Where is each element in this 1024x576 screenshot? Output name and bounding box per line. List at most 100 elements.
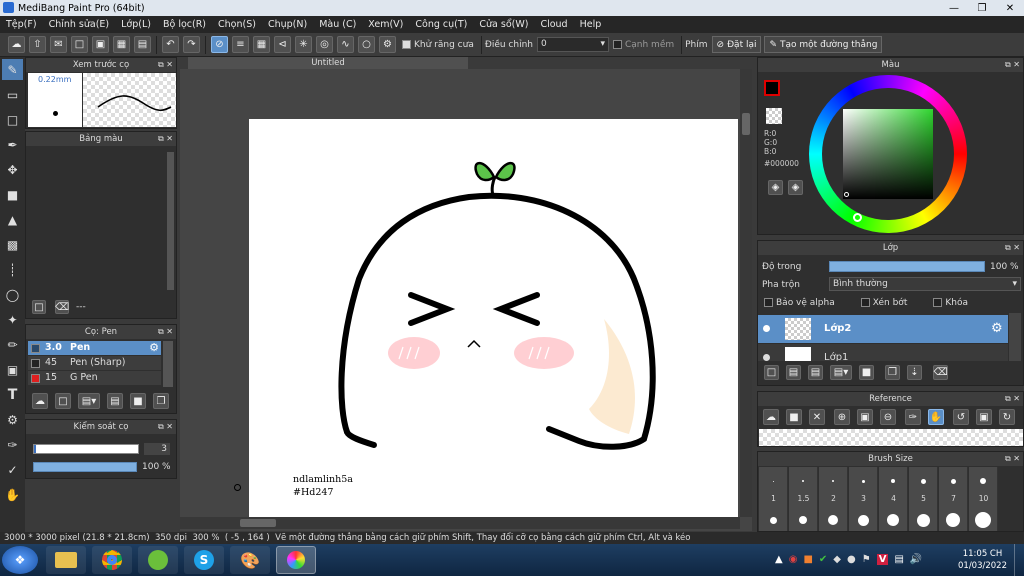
flag-icon[interactable]: ⚑: [862, 554, 871, 565]
lock-option[interactable]: Khóa: [933, 298, 968, 308]
merge-layer-icon[interactable]: ⇣: [907, 365, 922, 380]
skype-taskbar-button[interactable]: S: [184, 546, 224, 574]
protect-alpha-option[interactable]: Bảo vệ alpha: [764, 298, 835, 308]
brush-size-cell[interactable]: 7: [939, 467, 968, 531]
menu-snap[interactable]: Chụp(N): [262, 19, 313, 30]
antivirus-icon[interactable]: ■: [803, 554, 812, 565]
show-desktop-button[interactable]: [1014, 544, 1024, 576]
layer-row[interactable]: Lớp2 ⚙: [758, 315, 1008, 343]
menu-color[interactable]: Màu (C): [313, 19, 362, 30]
panel-close-icon[interactable]: ⧉ ✕: [1005, 241, 1020, 255]
menu-edit[interactable]: Chỉnh sửa(E): [43, 19, 116, 30]
eyedropper-icon[interactable]: ✑: [2, 434, 23, 455]
brush-list-scrollbar[interactable]: [163, 341, 173, 387]
brush-size-cell[interactable]: 5: [909, 467, 938, 531]
tab-untitled[interactable]: Untitled: [188, 57, 468, 69]
brush-size-cell[interactable]: 3: [849, 467, 878, 531]
delete-layer-icon[interactable]: ⌫: [933, 365, 948, 380]
fit-icon[interactable]: ▣: [857, 409, 873, 425]
close-icon[interactable]: ✕: [809, 409, 825, 425]
new-layer-icon[interactable]: □: [764, 365, 779, 380]
cloud-brush-icon[interactable]: ☁: [32, 393, 48, 409]
reference-image-area[interactable]: [759, 429, 1023, 446]
clip-option[interactable]: Xén bớt: [860, 298, 907, 308]
parallel-snap-icon[interactable]: ≡: [232, 36, 249, 53]
paint-taskbar-button[interactable]: 🎨: [230, 546, 270, 574]
panel-close-icon[interactable]: ⧉ ✕: [158, 325, 173, 339]
opacity-slider[interactable]: [33, 462, 137, 472]
straight-line-button[interactable]: ✎ Tạo một đường thẳng: [764, 36, 883, 53]
new-8bit-layer-icon[interactable]: ▤: [808, 365, 823, 380]
panel-icon[interactable]: ▤: [134, 36, 151, 53]
fill-rect-icon[interactable]: ■: [2, 184, 23, 205]
folder-icon[interactable]: ■: [859, 365, 874, 380]
new-file-icon[interactable]: □: [71, 36, 88, 53]
horizontal-scroll-thumb[interactable]: [240, 519, 276, 527]
material-icon[interactable]: ▦: [113, 36, 130, 53]
add-brush-icon[interactable]: ▤▾: [78, 393, 100, 409]
network-icon[interactable]: ▤: [894, 554, 903, 565]
curve-snap-icon[interactable]: ∿: [337, 36, 354, 53]
chevron-up-icon[interactable]: ▲: [775, 554, 783, 565]
menu-view[interactable]: Xem(V): [362, 19, 409, 30]
select-pen-icon[interactable]: ✏: [2, 334, 23, 355]
open-folder-icon[interactable]: ■: [786, 409, 802, 425]
hand-icon[interactable]: ✋: [928, 409, 944, 425]
select-eraser-icon[interactable]: ▣: [2, 359, 23, 380]
add-layer-menu-icon[interactable]: ▤▾: [830, 365, 852, 380]
rotate-left-icon[interactable]: ↺: [953, 409, 969, 425]
menu-help[interactable]: Help: [574, 19, 608, 30]
chat-icon[interactable]: ✉: [50, 36, 67, 53]
folder-icon[interactable]: ■: [130, 393, 146, 409]
clock[interactable]: 11:05 CH 01/03/2022: [958, 548, 1007, 572]
app-tray-icon-2[interactable]: ●: [847, 554, 856, 565]
palette-icon[interactable]: ◈: [768, 180, 783, 195]
app-tray-icon[interactable]: ◆: [833, 554, 841, 565]
blend-select[interactable]: Bình thường ▾: [829, 277, 1021, 291]
brush-size-cell[interactable]: 4: [879, 467, 908, 531]
primary-color-swatch[interactable]: [764, 80, 780, 96]
gear-icon[interactable]: ⚙: [149, 341, 159, 355]
zoom-in-icon[interactable]: ⊕: [834, 409, 850, 425]
layer-opacity-slider[interactable]: [829, 261, 985, 272]
palette-add-icon[interactable]: ◈: [788, 180, 803, 195]
panel-close-icon[interactable]: ⧉ ✕: [1005, 58, 1020, 72]
minimize-button[interactable]: —: [940, 0, 968, 16]
chrome-taskbar-button[interactable]: [92, 546, 132, 574]
upload-icon[interactable]: ⇧: [29, 36, 46, 53]
select-tool-icon[interactable]: ┊: [2, 259, 23, 280]
move-tool-icon[interactable]: ✥: [2, 159, 23, 180]
radial-line-icon[interactable]: ✳: [295, 36, 312, 53]
transparent-swatch[interactable]: [766, 108, 782, 124]
start-button[interactable]: ❖: [2, 546, 38, 574]
horizontal-scrollbar[interactable]: [180, 517, 740, 529]
close-button[interactable]: ✕: [996, 0, 1024, 16]
bucket-tool-icon[interactable]: ▲: [2, 209, 23, 230]
redo-icon[interactable]: ↷: [183, 36, 200, 53]
color-picker-icon[interactable]: ✓: [2, 459, 23, 480]
magic-wand-icon[interactable]: ✦: [2, 309, 23, 330]
zoom-out-icon[interactable]: ⊖: [880, 409, 896, 425]
menu-cloud[interactable]: Cloud: [534, 19, 573, 30]
delete-color-icon[interactable]: ⌫: [55, 300, 69, 314]
save-icon[interactable]: ▣: [92, 36, 109, 53]
menu-tools[interactable]: Công cụ(T): [409, 19, 473, 30]
cloud-icon[interactable]: ☁: [763, 409, 779, 425]
eye-icon[interactable]: [763, 325, 770, 332]
antialias-checkbox[interactable]: [402, 40, 411, 49]
explorer-taskbar-button[interactable]: [46, 546, 86, 574]
app-taskbar-button[interactable]: [138, 546, 178, 574]
new-halftone-layer-icon[interactable]: ▤: [786, 365, 801, 380]
text-tool-icon[interactable]: T: [2, 384, 23, 405]
brush-size-cell[interactable]: 1.5: [789, 467, 818, 531]
snap-off-icon[interactable]: ⊘: [211, 36, 228, 53]
layer-row[interactable]: Lớp1: [758, 344, 1008, 361]
brush-list-item[interactable]: 3.0 Pen ⚙: [28, 341, 161, 355]
volume-icon[interactable]: 🔊: [910, 554, 922, 565]
brush-size-cell[interactable]: 1: [759, 467, 788, 531]
duplicate-layer-icon[interactable]: ❐: [885, 365, 900, 380]
medibang-taskbar-button[interactable]: [276, 546, 316, 574]
menu-select[interactable]: Chọn(S): [212, 19, 262, 30]
menu-layer[interactable]: Lớp(L): [115, 19, 157, 30]
maximize-button[interactable]: ❐: [968, 0, 996, 16]
